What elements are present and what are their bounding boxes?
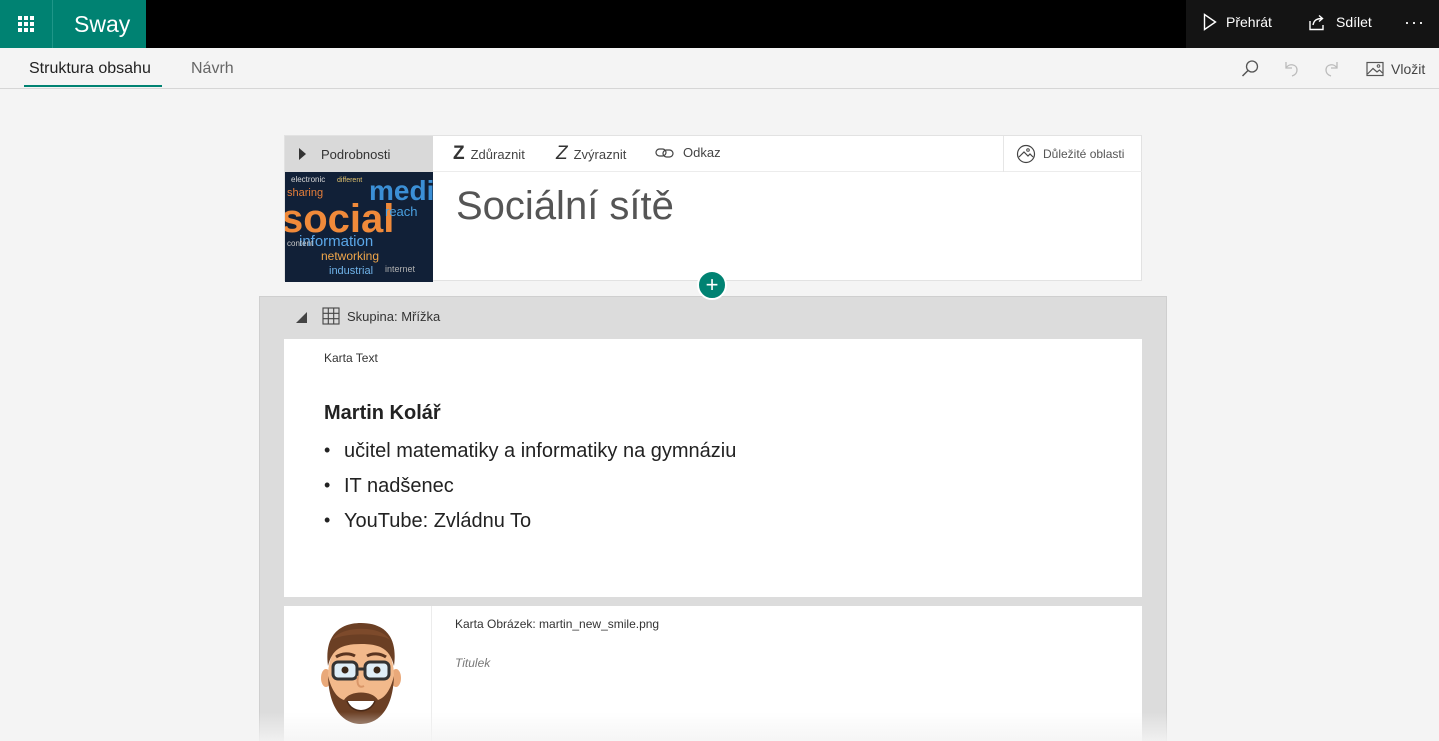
focus-points-label: Důležité oblasti xyxy=(1043,147,1125,161)
group-header[interactable]: Skupina: Mřížka xyxy=(296,307,440,325)
text-card[interactable]: Karta Text Martin Kolář • učitel matemati… xyxy=(284,339,1142,597)
bullet-icon: • xyxy=(324,510,331,530)
bullet-text: IT nadšenec xyxy=(344,475,454,497)
app-name[interactable]: Sway xyxy=(52,0,146,48)
tab-storyline[interactable]: Struktura obsahu xyxy=(29,60,151,78)
word-cloud-word: reach xyxy=(385,204,418,219)
tab-bar: Struktura obsahu Návrh Vložit xyxy=(0,48,1439,89)
word-cloud-word: media xyxy=(369,175,433,206)
more-options-button[interactable]: ··· xyxy=(1404,12,1425,33)
focus-points-icon xyxy=(1016,144,1036,164)
add-card-button[interactable]: + xyxy=(697,270,727,300)
insert-label: Vložit xyxy=(1391,61,1426,77)
play-label: Přehrát xyxy=(1226,14,1272,30)
top-actions: Přehrát Sdílet ··· xyxy=(1186,0,1439,48)
waffle-icon xyxy=(18,16,34,32)
format-toolbar: Z Zdůraznit Z Zvýraznit Odkaz Důležité o… xyxy=(433,136,1142,172)
bullet-item[interactable]: • YouTube: Zvládnu To xyxy=(324,510,736,545)
title-card[interactable]: Podrobnosti electronic different sharing… xyxy=(284,135,1142,282)
image-icon xyxy=(1366,61,1384,77)
bullet-icon: • xyxy=(324,475,331,495)
word-cloud-word: different xyxy=(337,177,362,184)
app-launcher-button[interactable] xyxy=(0,0,52,48)
top-bar: Sway Přehrát Sdílet ··· xyxy=(0,0,1439,48)
insert-button[interactable]: Vložit xyxy=(1366,61,1425,77)
redo-icon[interactable] xyxy=(1322,59,1342,79)
highlight-button[interactable]: Z Zvýraznit xyxy=(556,143,627,164)
image-card-label: Karta Obrázek: martin_new_smile.png xyxy=(455,617,660,631)
expand-triangle-icon xyxy=(299,148,306,160)
search-icon[interactable] xyxy=(1240,59,1260,79)
active-tab-indicator xyxy=(24,85,162,87)
word-cloud-word: networking xyxy=(321,249,379,263)
link-button[interactable]: Odkaz xyxy=(655,145,721,160)
bold-z-icon: Z xyxy=(453,143,465,164)
grid-group: Skupina: Mřížka Karta Text Martin Kolář … xyxy=(259,296,1167,741)
focus-points-button[interactable]: Důležité oblasti xyxy=(1003,136,1142,172)
word-cloud-word: internet xyxy=(385,264,416,274)
grid-icon xyxy=(322,307,340,325)
bullet-item[interactable]: • IT nadšenec xyxy=(324,475,736,510)
emphasize-button[interactable]: Z Zdůraznit xyxy=(453,143,525,164)
play-button[interactable]: Přehrát xyxy=(1203,13,1272,31)
bullet-list: • učitel matematiky a informatiky na gymn… xyxy=(324,440,736,545)
title-background-image[interactable]: electronic different sharing social medi… xyxy=(285,172,433,282)
text-card-heading[interactable]: Martin Kolář xyxy=(324,402,441,425)
image-card[interactable]: Karta Obrázek: martin_new_smile.png Titu… xyxy=(284,606,1142,741)
share-icon xyxy=(1309,14,1324,31)
details-toggle[interactable]: Podrobnosti xyxy=(285,136,433,172)
emphasize-label: Zdůraznit xyxy=(470,146,525,162)
text-card-label: Karta Text xyxy=(324,351,378,365)
bullet-text: učitel matematiky a informatiky na gymná… xyxy=(344,440,737,462)
tab-design[interactable]: Návrh xyxy=(191,60,234,78)
word-cloud-word: industrial xyxy=(329,265,373,277)
sway-title[interactable]: Sociální sítě xyxy=(456,184,674,229)
plus-icon: + xyxy=(705,272,719,297)
link-label: Odkaz xyxy=(683,145,721,160)
word-cloud-word: content xyxy=(287,239,314,248)
italic-z-icon: Z xyxy=(556,143,568,164)
group-label: Skupina: Mřížka xyxy=(347,308,441,324)
play-icon xyxy=(1203,13,1217,31)
caption-field[interactable]: Titulek xyxy=(455,656,490,670)
memoji-avatar-image[interactable] xyxy=(284,606,432,741)
word-cloud-word: electronic xyxy=(291,175,325,184)
highlight-label: Zvýraznit xyxy=(573,146,627,162)
bullet-item[interactable]: • učitel matematiky a informatiky na gymn… xyxy=(324,440,736,475)
share-button[interactable]: Sdílet xyxy=(1307,13,1372,31)
link-icon xyxy=(655,147,674,158)
bullet-icon: • xyxy=(324,440,331,460)
share-label: Sdílet xyxy=(1336,14,1372,30)
collapse-triangle-icon xyxy=(296,311,307,323)
bullet-text: YouTube: Zvládnu To xyxy=(344,510,532,532)
details-label: Podrobnosti xyxy=(321,146,391,162)
undo-icon[interactable] xyxy=(1281,59,1301,79)
